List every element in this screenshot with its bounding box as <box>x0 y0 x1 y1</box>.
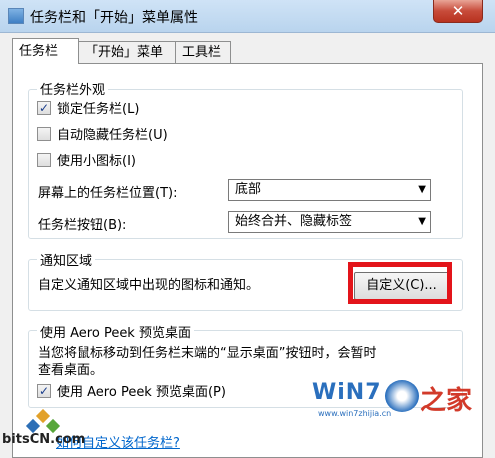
position-select[interactable]: 底部 ▼ <box>228 179 431 201</box>
window-icon <box>8 8 24 24</box>
buttons-value: 始终合并、隐藏标签 <box>235 214 353 229</box>
windows-logo-icon <box>385 380 419 412</box>
checkbox-icon[interactable] <box>37 153 51 167</box>
checkbox-checked-icon[interactable] <box>37 101 51 115</box>
aero-peek-label: 使用 Aero Peek 预览桌面(P) <box>57 385 226 400</box>
checkbox-icon[interactable] <box>37 127 51 141</box>
tab-taskbar[interactable]: 任务栏 <box>12 38 79 64</box>
autohide-label: 自动隐藏任务栏(U) <box>57 128 168 143</box>
buttons-select[interactable]: 始终合并、隐藏标签 ▼ <box>228 211 431 233</box>
watermark-url: www.win7zhijia.cn <box>318 409 392 418</box>
win7-watermark: WiN7 <box>312 380 382 405</box>
aero-peek-checkbox[interactable]: 使用 Aero Peek 预览桌面(P) <box>37 384 226 402</box>
peek-title: 使用 Aero Peek 预览桌面 <box>37 322 194 341</box>
window-title: 任务栏和「开始」菜单属性 <box>30 10 198 26</box>
notify-title: 通知区域 <box>37 250 96 269</box>
notify-description: 自定义通知区域中出现的图标和通知。 <box>38 278 260 293</box>
dropdown-arrow-icon[interactable]: ▼ <box>418 180 426 200</box>
appearance-title: 任务栏外观 <box>37 79 109 98</box>
watermark-jia: 之家 <box>420 386 473 416</box>
peek-description-line2: 查看桌面。 <box>38 363 104 378</box>
tab-toolbars[interactable]: 工具栏 <box>175 41 231 63</box>
position-value: 底部 <box>235 182 262 197</box>
bitscn-watermark: bitsCN.com <box>2 432 86 447</box>
tab-start-menu[interactable]: 「开始」菜单 <box>78 41 176 63</box>
small-icons-checkbox[interactable]: 使用小图标(I) <box>37 153 136 171</box>
buttons-label: 任务栏按钮(B): <box>38 218 127 233</box>
dropdown-arrow-icon[interactable]: ▼ <box>418 212 426 232</box>
small-icons-label: 使用小图标(I) <box>57 154 136 169</box>
checkbox-checked-icon[interactable] <box>37 384 51 398</box>
position-label: 屏幕上的任务栏位置(T): <box>38 186 178 201</box>
highlight-box <box>348 262 452 304</box>
autohide-checkbox[interactable]: 自动隐藏任务栏(U) <box>37 127 168 145</box>
title-bar: 任务栏和「开始」菜单属性 ✕ <box>0 0 495 33</box>
close-button[interactable]: ✕ <box>433 0 483 23</box>
lock-taskbar-checkbox[interactable]: 锁定任务栏(L) <box>37 101 139 119</box>
lock-taskbar-label: 锁定任务栏(L) <box>57 102 140 117</box>
